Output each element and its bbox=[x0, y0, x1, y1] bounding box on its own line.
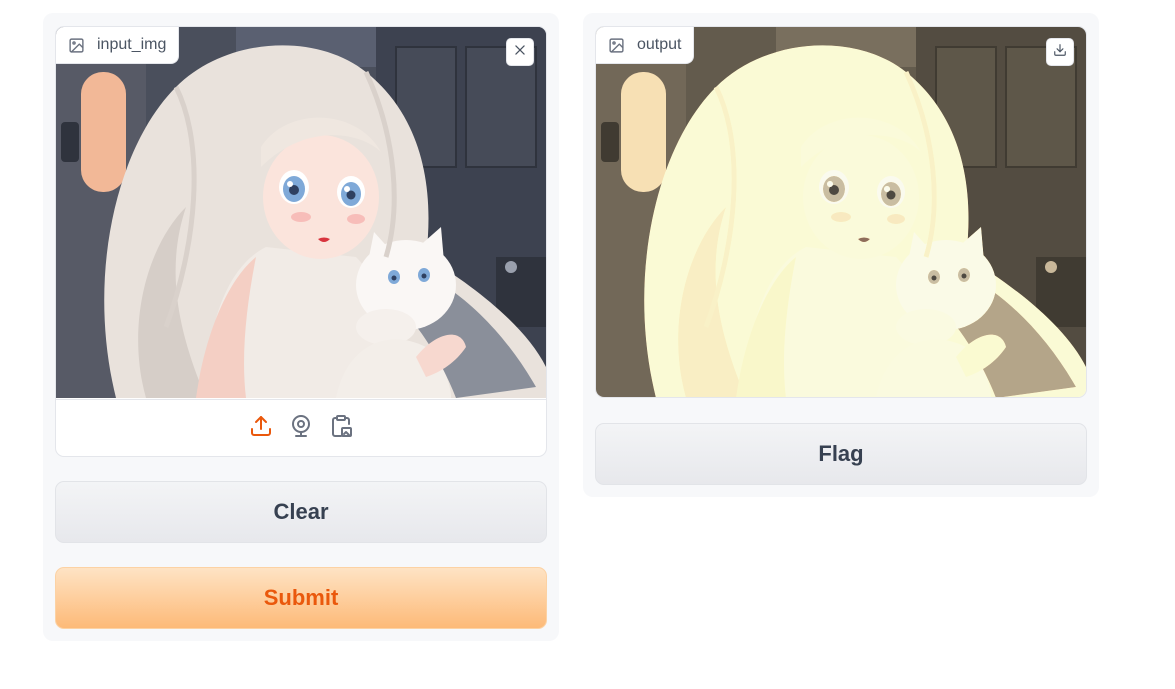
input-label: input_img bbox=[97, 36, 167, 53]
input-image-picture bbox=[56, 27, 546, 398]
close-icon bbox=[513, 43, 527, 62]
output-label-tab: output bbox=[596, 27, 695, 64]
image-source-bar bbox=[56, 399, 546, 456]
output-image-picture bbox=[596, 27, 1086, 397]
output-image bbox=[596, 27, 1086, 397]
output-panel: output Flag bbox=[583, 13, 1099, 497]
upload-icon bbox=[249, 414, 273, 443]
input-label-tab: input_img bbox=[56, 27, 180, 64]
input-image bbox=[56, 27, 546, 398]
clear-button[interactable]: Clear bbox=[55, 481, 547, 543]
flag-button[interactable]: Flag bbox=[595, 423, 1087, 485]
image-icon bbox=[608, 37, 625, 54]
input-panel: input_img Clear Submit bbox=[43, 13, 559, 641]
upload-source-button[interactable] bbox=[249, 414, 273, 442]
download-button[interactable] bbox=[1046, 38, 1074, 66]
clear-image-button[interactable] bbox=[506, 38, 534, 66]
output-image-block: output bbox=[595, 26, 1087, 398]
clipboard-icon bbox=[329, 414, 353, 443]
webcam-icon bbox=[289, 414, 313, 443]
download-icon bbox=[1053, 43, 1067, 62]
clipboard-source-button[interactable] bbox=[329, 414, 353, 442]
input-image-block[interactable]: input_img bbox=[55, 26, 547, 457]
submit-button[interactable]: Submit bbox=[55, 567, 547, 629]
webcam-source-button[interactable] bbox=[289, 414, 313, 442]
image-icon bbox=[68, 37, 85, 54]
output-label: output bbox=[637, 36, 682, 53]
